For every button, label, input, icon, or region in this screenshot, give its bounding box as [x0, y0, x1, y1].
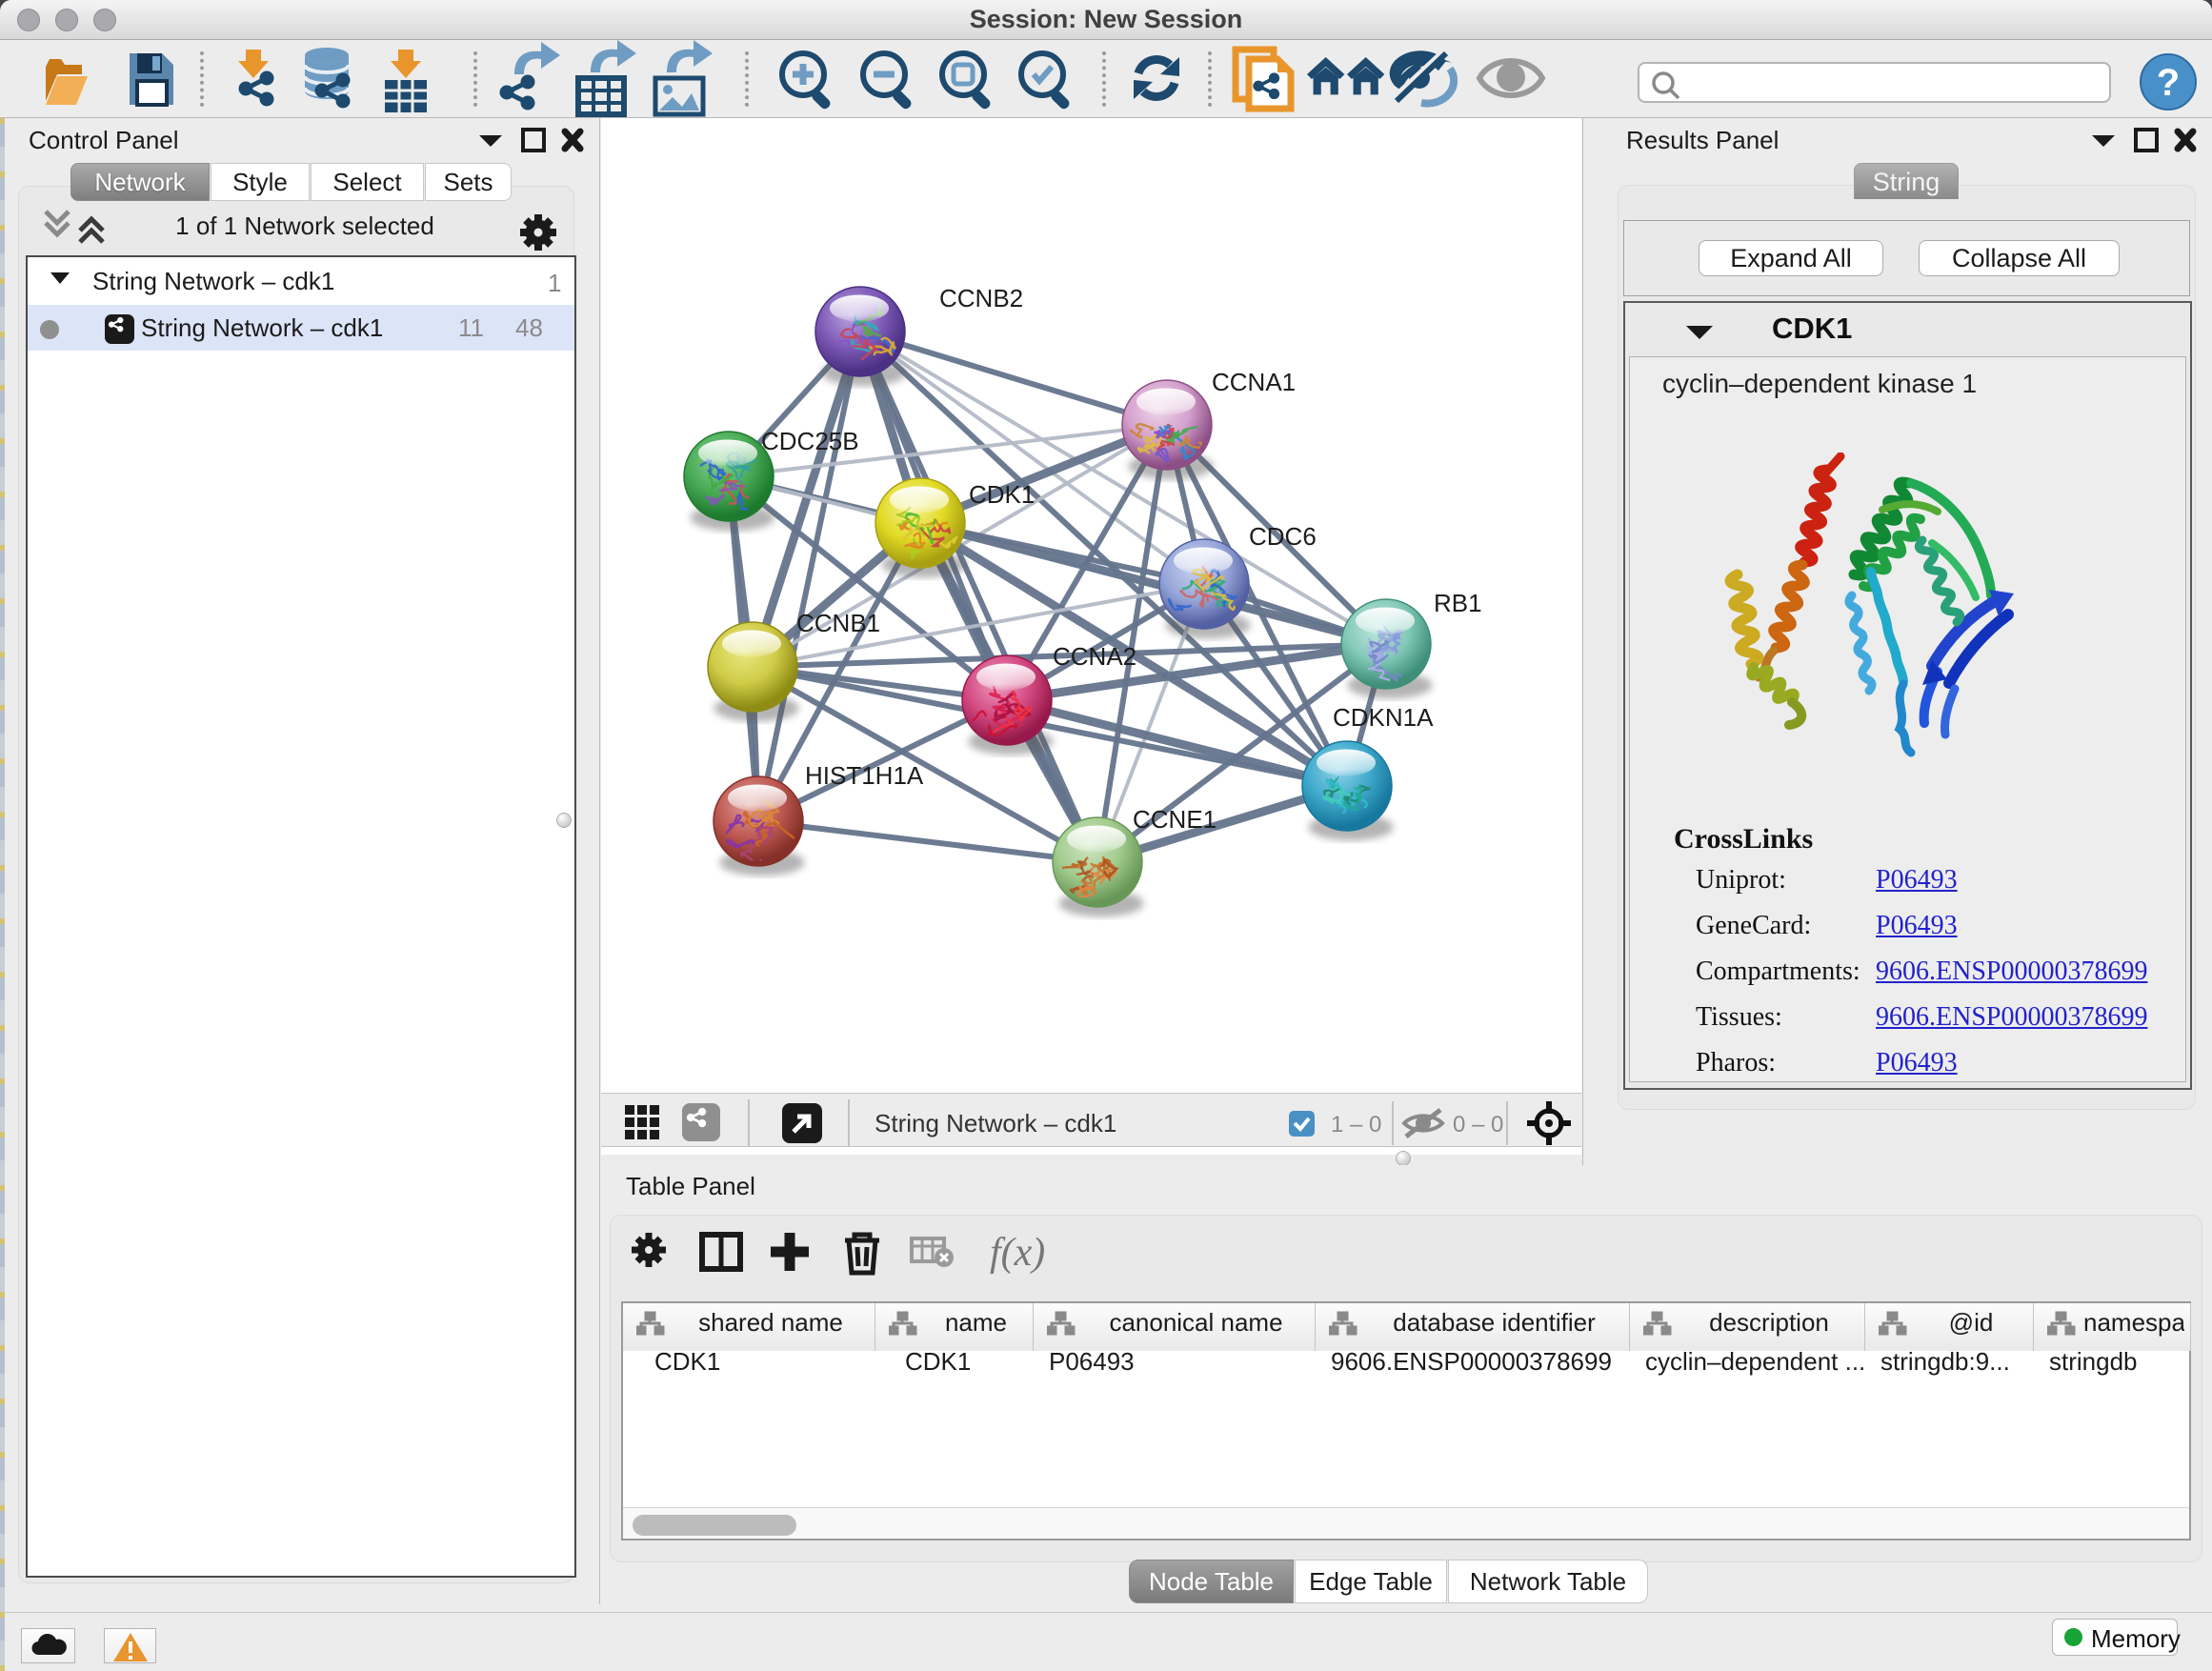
- svg-text:CCNA1: CCNA1: [1212, 368, 1296, 396]
- svg-text:CCNA2: CCNA2: [1053, 642, 1136, 671]
- svg-text:CCNB2: CCNB2: [939, 284, 1023, 312]
- svg-text:CCNE1: CCNE1: [1133, 805, 1217, 834]
- svg-text:?: ?: [2157, 62, 2180, 104]
- svg-text:1 of 1 Network selected: 1 of 1 Network selected: [175, 211, 434, 240]
- svg-text:CDKN1A: CDKN1A: [1333, 703, 1434, 732]
- svg-text:CCNB1: CCNB1: [796, 609, 880, 637]
- svg-text:RB1: RB1: [1434, 589, 1482, 617]
- svg-text:1 – 0: 1 – 0: [1331, 1112, 1381, 1137]
- svg-text:CDC6: CDC6: [1249, 522, 1317, 551]
- svg-text:0 – 0: 0 – 0: [1453, 1112, 1503, 1137]
- svg-text:HIST1H1A: HIST1H1A: [805, 761, 924, 790]
- svg-text:CDC25B: CDC25B: [761, 427, 859, 455]
- svg-text:f(x): f(x): [990, 1231, 1045, 1275]
- svg-text:CDK1: CDK1: [969, 480, 1035, 509]
